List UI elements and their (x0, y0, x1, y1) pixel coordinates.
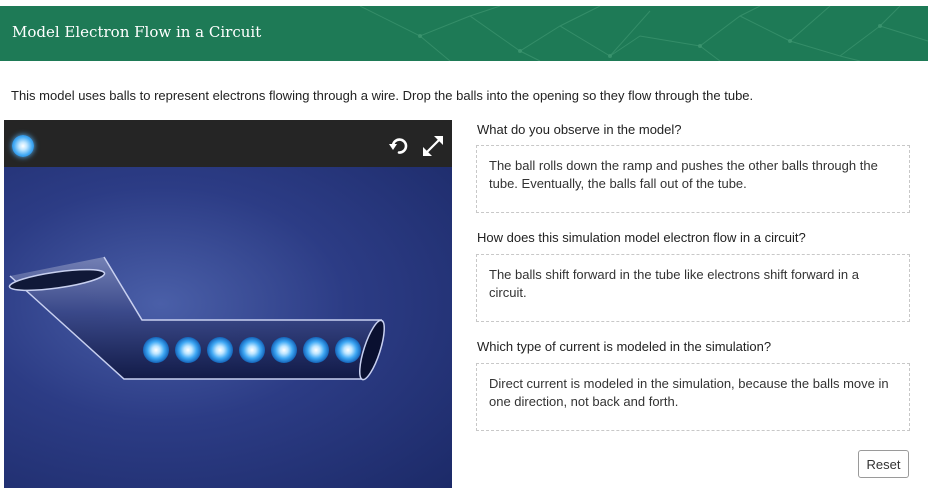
expand-icon[interactable] (419, 132, 447, 160)
simulation-toolbar (4, 120, 452, 167)
question-2-prompt: How does this simulation model electron … (477, 230, 806, 245)
question-3-prompt: Which type of current is modeled in the … (477, 339, 772, 354)
question-2-answer-box[interactable]: The balls shift forward in the tube like… (476, 254, 910, 322)
page-header: Model Electron Flow in a Circuit (0, 6, 928, 61)
page-title: Model Electron Flow in a Circuit (12, 23, 262, 41)
reset-button[interactable]: Reset (858, 450, 909, 478)
question-3-answer-box[interactable]: Direct current is modeled in the simulat… (476, 363, 910, 431)
question-1-answer-box[interactable]: The ball rolls down the ramp and pushes … (476, 145, 910, 213)
reset-icon[interactable] (388, 135, 410, 157)
intro-text: This model uses balls to represent elect… (11, 88, 754, 103)
question-1-answer: The ball rolls down the ramp and pushes … (489, 158, 878, 191)
ball-source-icon[interactable] (12, 135, 34, 157)
question-1-prompt: What do you observe in the model? (477, 122, 682, 137)
tube-illustration (8, 256, 385, 381)
question-2-answer: The balls shift forward in the tube like… (489, 267, 859, 300)
simulation-panel[interactable] (4, 120, 452, 488)
question-3-answer: Direct current is modeled in the simulat… (489, 376, 889, 409)
